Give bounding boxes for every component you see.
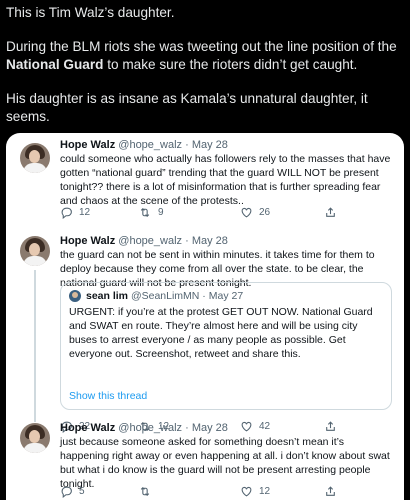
reply-icon (61, 207, 72, 219)
reply-icon (61, 486, 72, 498)
tweet-date[interactable]: May 28 (192, 235, 228, 247)
separator: · (182, 139, 192, 151)
tweet-date[interactable]: May 28 (192, 422, 228, 434)
show-thread-link[interactable]: Show this thread (69, 389, 147, 403)
quote-author-name[interactable]: sean lim (86, 290, 128, 302)
separator: · (182, 422, 192, 434)
embedded-screenshot[interactable]: Hope Walz @hope_walz · May 28 could some… (6, 133, 404, 500)
tweet-date[interactable]: May 28 (192, 139, 228, 151)
separator: · (182, 235, 192, 247)
avatar[interactable] (20, 143, 50, 173)
post-line-1: This is Tim Walz’s daughter. (6, 5, 175, 20)
quoted-tweet[interactable]: sean lim @SeanLimMN · May 27 URGENT: if … (60, 282, 392, 410)
author-handle[interactable]: @hope_walz (118, 235, 182, 247)
tweet-header: Hope Walz @hope_walz · May 28 (60, 138, 228, 152)
quote-author-handle[interactable]: @SeanLimMN (131, 290, 199, 302)
tweet-text: just because someone asked for something… (60, 436, 390, 490)
tweet-header: Hope Walz @hope_walz · May 28 (60, 421, 228, 435)
author-handle[interactable]: @hope_walz (118, 139, 182, 151)
like-button[interactable]: 26 (240, 206, 270, 219)
quote-avatar[interactable] (69, 290, 81, 302)
author-handle[interactable]: @hope_walz (118, 422, 182, 434)
retweet-count: 9 (158, 207, 164, 218)
tweet-actions: 5 12 (60, 485, 390, 499)
retweet-icon (140, 486, 150, 497)
reply-button[interactable]: 12 (60, 206, 90, 219)
post-text: This is Tim Walz’s daughter. During the … (6, 4, 406, 142)
retweet-button[interactable]: 9 (138, 206, 164, 219)
quote-text: URGENT: if you’re at the protest GET OUT… (69, 306, 373, 360)
share-button[interactable] (324, 206, 337, 219)
quote-date[interactable]: May 27 (209, 290, 243, 302)
author-name[interactable]: Hope Walz (60, 422, 115, 434)
share-icon (326, 486, 335, 496)
like-count: 12 (259, 486, 271, 497)
post-line-2-text: During the BLM riots she was tweeting ou… (6, 39, 397, 54)
like-button[interactable]: 12 (240, 485, 270, 498)
share-icon (326, 207, 335, 217)
reply-count: 12 (79, 207, 91, 218)
thread-line (34, 270, 36, 422)
like-count: 26 (259, 207, 271, 218)
tweet-1[interactable]: Hope Walz @hope_walz · May 28 could some… (6, 133, 404, 228)
post-line-3: His daughter is as insane as Kamala’s un… (6, 91, 368, 124)
separator: · (199, 290, 209, 302)
tweet-2[interactable]: Hope Walz @hope_walz · May 28 the guard … (6, 228, 404, 433)
tweet-text: could someone who actually has followers… (60, 153, 391, 207)
like-icon (241, 207, 252, 218)
tweet-header: Hope Walz @hope_walz · May 28 (60, 234, 228, 248)
tweet-actions: 12 9 26 (60, 206, 390, 220)
reply-count: 5 (79, 486, 85, 497)
post-line-2: During the BLM riots she was tweeting ou… (6, 38, 406, 74)
reply-button[interactable]: 5 (60, 485, 85, 498)
author-name[interactable]: Hope Walz (60, 139, 115, 151)
author-name[interactable]: Hope Walz (60, 235, 115, 247)
avatar[interactable] (20, 423, 50, 453)
retweet-button[interactable] (138, 485, 158, 498)
quote-header: sean lim @SeanLimMN · May 27 (86, 289, 243, 303)
post-line-2-bold: National Guard (6, 57, 104, 72)
avatar[interactable] (20, 236, 50, 266)
post-line-2-tail: to make sure the rioters didn’t get caug… (103, 57, 358, 72)
retweet-icon (140, 207, 150, 218)
tweet-3[interactable]: Hope Walz @hope_walz · May 28 just becau… (6, 421, 404, 500)
like-icon (241, 486, 252, 497)
share-button[interactable] (324, 485, 337, 498)
